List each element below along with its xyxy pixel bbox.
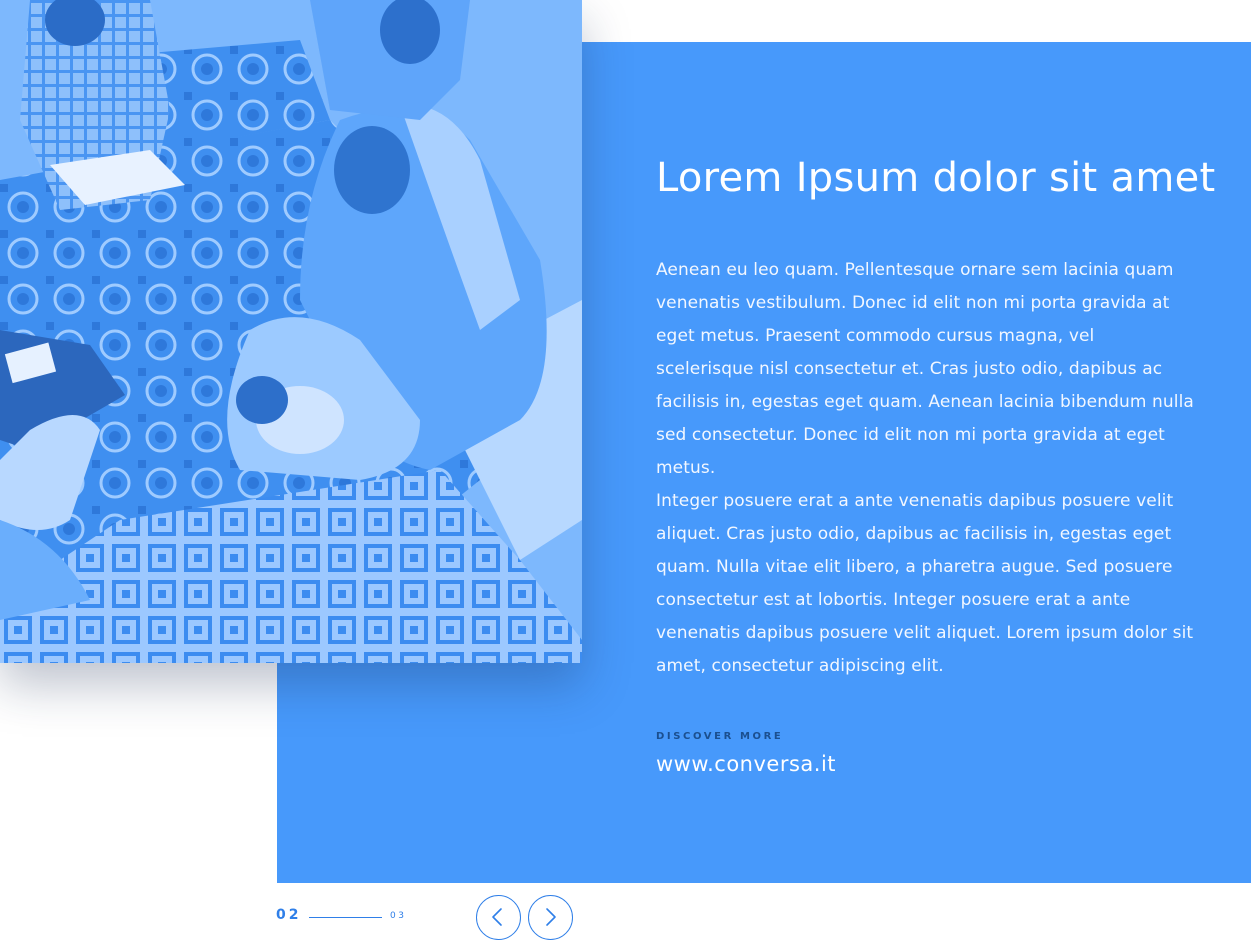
website-link[interactable]: www.conversa.it <box>656 748 836 780</box>
next-slide-button[interactable] <box>528 895 573 940</box>
pager-next-number: 03 <box>390 911 407 921</box>
hero-photo <box>0 0 582 663</box>
chevron-right-icon <box>546 908 556 926</box>
pager-progress-line <box>309 917 382 918</box>
slide: Lorem Ipsum dolor sit amet Aenean eu leo… <box>0 0 1251 949</box>
pager-current-number: 02 <box>276 907 302 923</box>
hero-photo-illustration <box>0 0 582 663</box>
discover-more-label: DISCOVER MORE <box>656 731 784 742</box>
previous-slide-button[interactable] <box>476 895 521 940</box>
page-title: Lorem Ipsum dolor sit amet <box>656 155 1216 201</box>
body-paragraph-2: Integer posuere erat a ante venenatis da… <box>656 491 1194 676</box>
body-paragraph-1: Aenean eu leo quam. Pellentesque ornare … <box>656 260 1194 478</box>
chevron-left-icon <box>492 908 502 926</box>
